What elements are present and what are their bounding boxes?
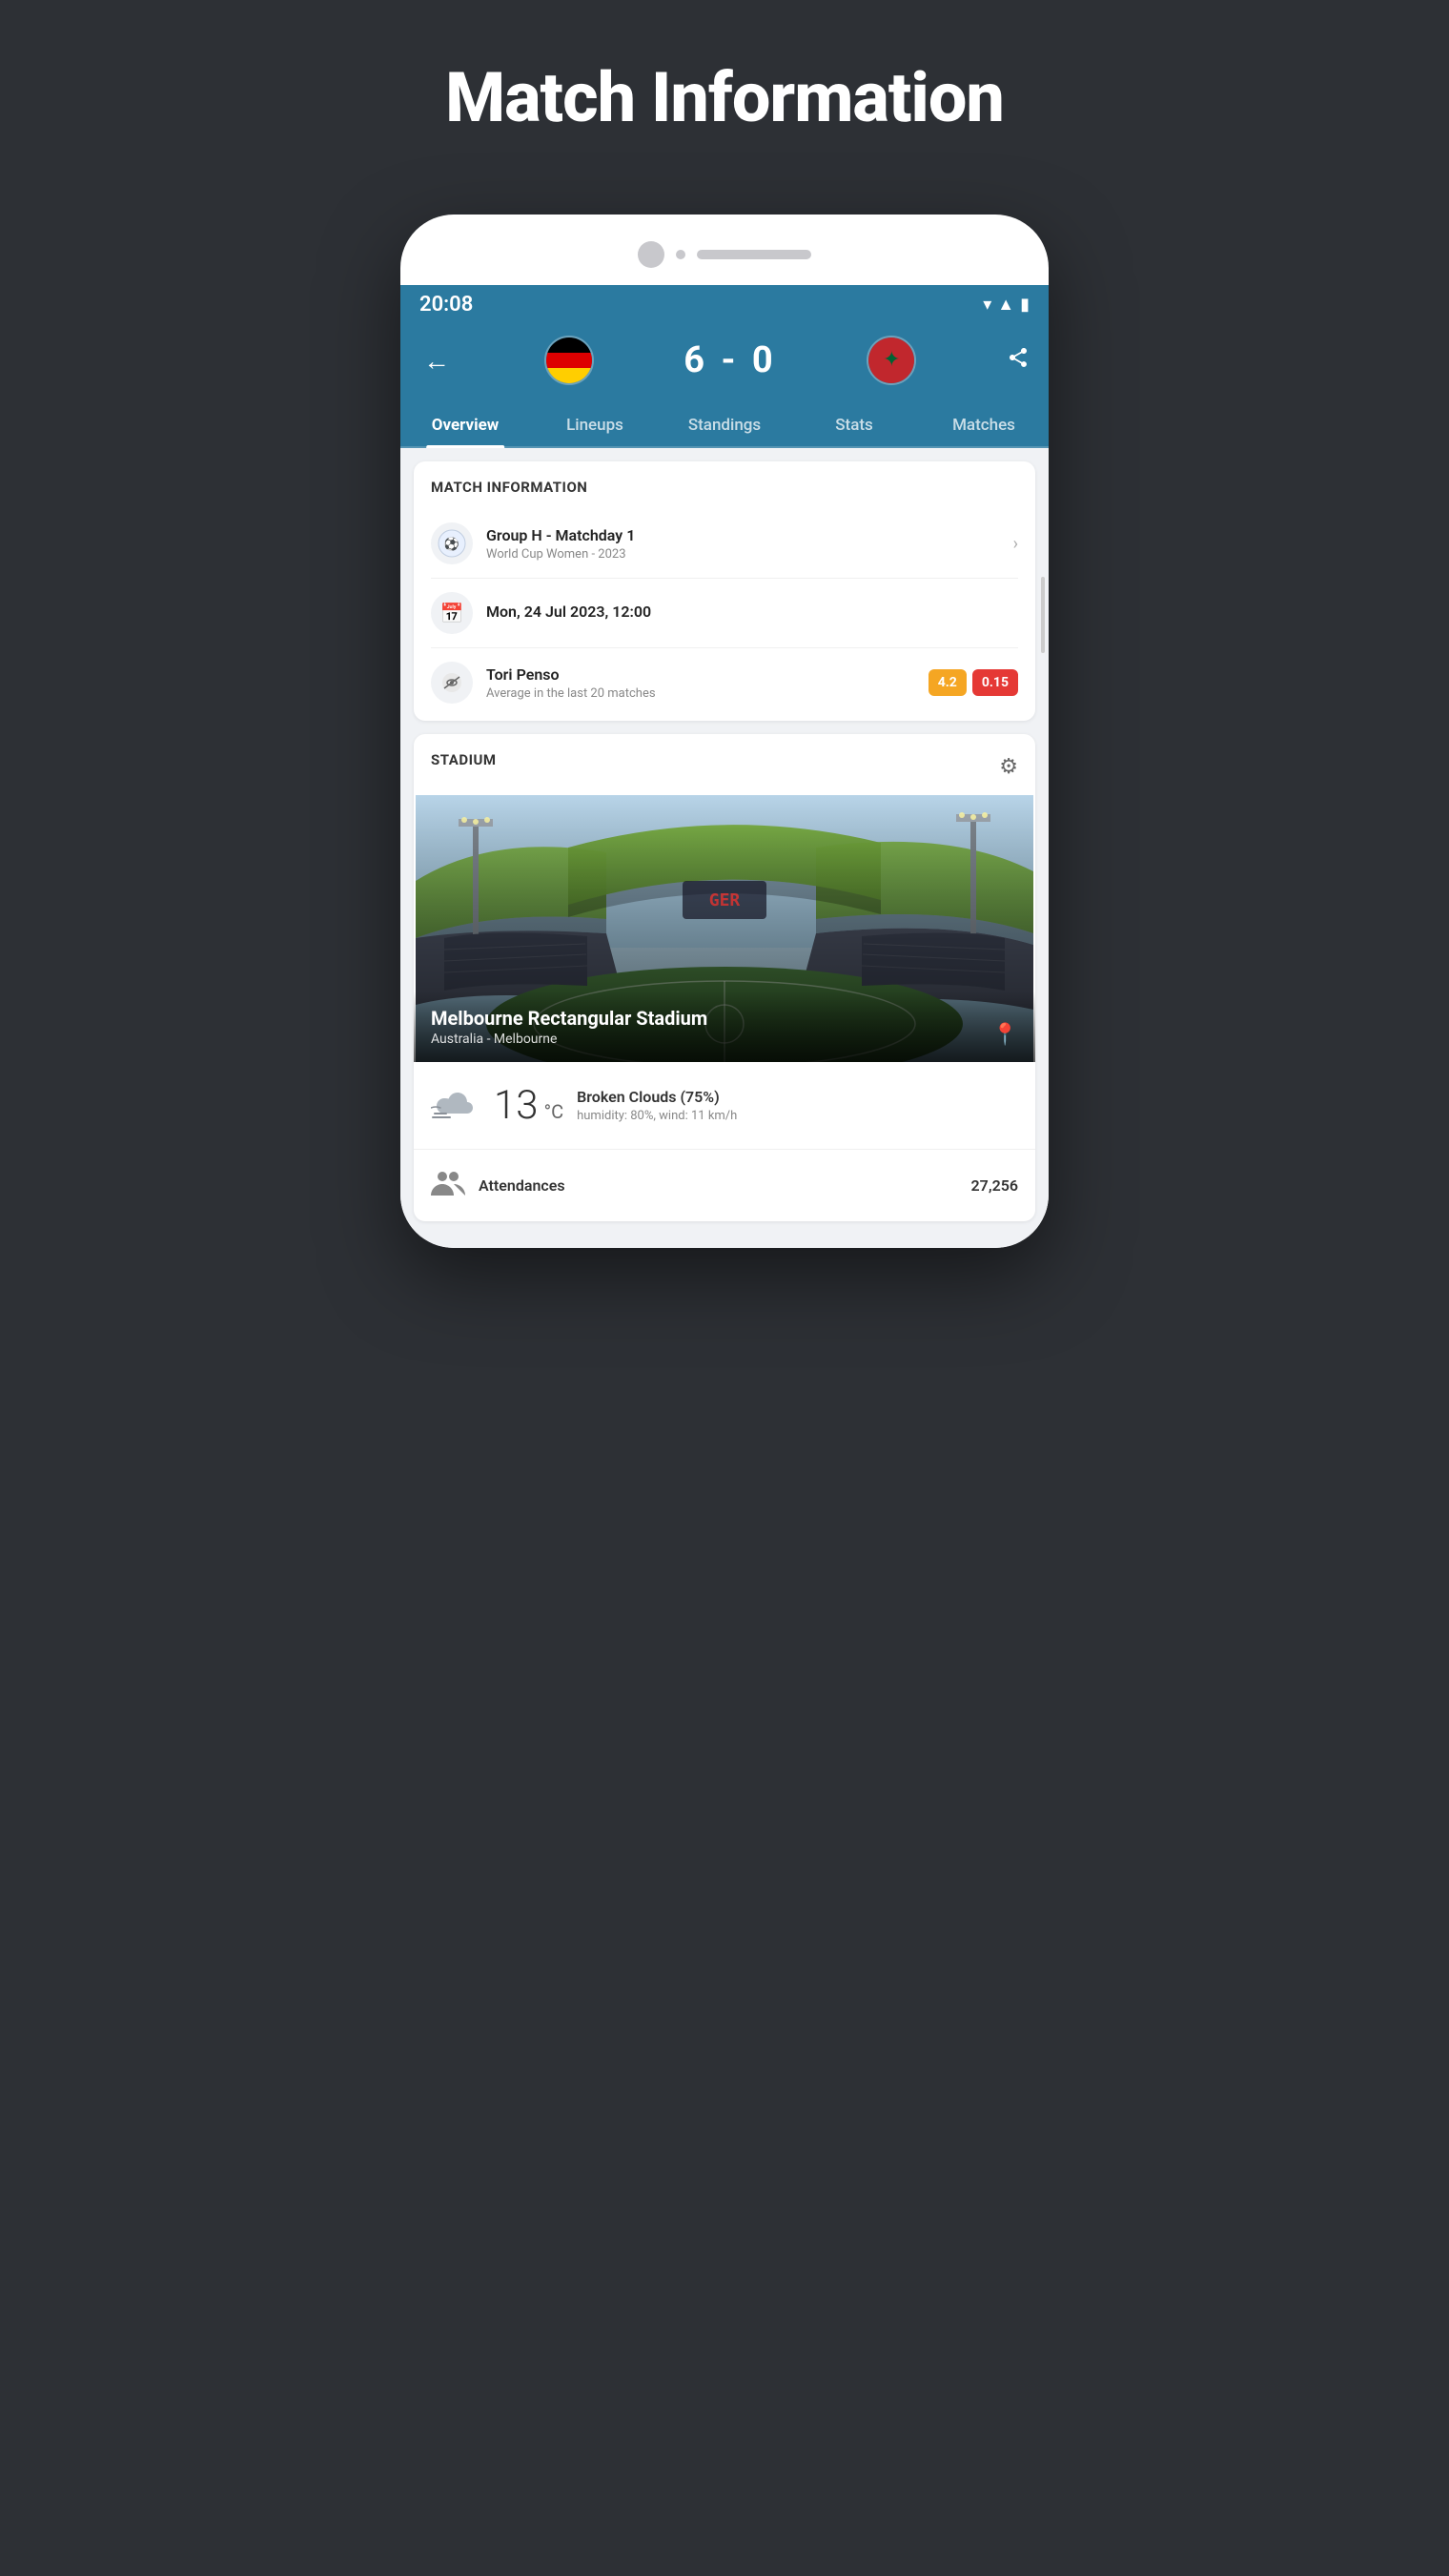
tab-overview[interactable]: Overview [400, 402, 530, 446]
back-button[interactable]: ← [419, 341, 454, 380]
temperature-value: 13 [494, 1086, 539, 1126]
referee-badge-red: 0.15 [972, 669, 1018, 696]
morocco-star: ✦ [883, 350, 900, 371]
status-icons: ▾ ▲ ▮ [983, 295, 1030, 315]
stadium-overlay: Melbourne Rectangular Stadium Australia … [414, 992, 1035, 1062]
attendance-icon [431, 1169, 465, 1202]
people-icon [431, 1169, 465, 1196]
battery-icon: ▮ [1020, 295, 1030, 315]
competition-row[interactable]: ⚽ Group H - Matchday 1 World Cup Women -… [431, 509, 1018, 579]
referee-icon-wrap [431, 662, 473, 704]
calendar-icon: 📅 [440, 602, 464, 624]
settings-icon[interactable]: ⚙ [999, 755, 1018, 779]
phone-dots [676, 250, 685, 259]
attendance-label: Attendances [479, 1176, 958, 1195]
status-time: 20:08 [419, 293, 473, 317]
match-date: Mon, 24 Jul 2023, 12:00 [486, 603, 1018, 621]
stadium-location: Australia - Melbourne [431, 1032, 707, 1047]
weather-row: 13 °C Broken Clouds (75%) humidity: 80%,… [414, 1062, 1035, 1150]
match-score-bar: ← 6 - 0 ✦ [400, 322, 1049, 402]
stadium-card-header: STADIUM ⚙ [414, 734, 1035, 795]
stadium-title: STADIUM [431, 751, 496, 768]
tab-lineups[interactable]: Lineups [530, 402, 660, 446]
temperature-display: 13 °C [494, 1086, 563, 1126]
weather-cloud-icon [431, 1081, 480, 1123]
match-info-title: MATCH INFORMATION [431, 479, 1018, 496]
weather-condition: Broken Clouds (75%) [577, 1088, 1018, 1106]
competition-arrow: › [1013, 534, 1018, 554]
signal-icon: ▲ [997, 295, 1014, 315]
calendar-icon-wrap: 📅 [431, 592, 473, 634]
weather-icon [431, 1081, 480, 1130]
phone-frame: 20:08 ▾ ▲ ▮ ← 6 - 0 [400, 215, 1049, 1248]
weather-details: Broken Clouds (75%) humidity: 80%, wind:… [577, 1088, 1018, 1123]
nav-tabs: Overview Lineups Standings Stats Matches [400, 402, 1049, 448]
attendance-row: Attendances 27,256 [414, 1150, 1035, 1221]
competition-subtitle: World Cup Women - 2023 [486, 547, 1000, 562]
tab-standings[interactable]: Standings [660, 402, 789, 446]
location-pin-icon[interactable]: 📍 [992, 1023, 1018, 1047]
app-header: 20:08 ▾ ▲ ▮ ← 6 - 0 [400, 285, 1049, 448]
stadium-image: GER Melbourne Rectangular Stadium Austra… [414, 795, 1035, 1062]
referee-text: Tori Penso Average in the last 20 matche… [486, 665, 915, 701]
page-title: Match Information [445, 57, 1004, 138]
referee-row: Tori Penso Average in the last 20 matche… [431, 648, 1018, 704]
stadium-card: STADIUM ⚙ [414, 734, 1035, 1221]
phone-top-bar [400, 241, 1049, 285]
phone-camera [638, 241, 664, 268]
team-home-flag [544, 336, 594, 385]
referee-badges: 4.2 0.15 [929, 669, 1018, 696]
flag-morocco: ✦ [868, 337, 914, 383]
stadium-name: Melbourne Rectangular Stadium [431, 1007, 707, 1030]
team-away-flag: ✦ [867, 336, 916, 385]
weather-extra: humidity: 80%, wind: 11 km/h [577, 1109, 1018, 1123]
flag-germany [546, 337, 592, 383]
referee-icon [440, 671, 463, 694]
svg-text:⚽: ⚽ [443, 537, 459, 552]
referee-badge-orange: 4.2 [929, 669, 967, 696]
temperature-unit: °C [544, 1100, 564, 1123]
date-row: 📅 Mon, 24 Jul 2023, 12:00 [431, 579, 1018, 648]
league-icon: ⚽ [431, 522, 473, 564]
status-bar: 20:08 ▾ ▲ ▮ [400, 285, 1049, 322]
referee-name: Tori Penso [486, 665, 915, 684]
flag-stripe-black [546, 337, 592, 353]
wifi-icon: ▾ [983, 295, 991, 315]
attendance-value: 27,256 [971, 1176, 1018, 1195]
phone-speaker [697, 250, 811, 259]
flag-stripe-red [546, 353, 592, 368]
stadium-info-text: Melbourne Rectangular Stadium Australia … [431, 1007, 707, 1047]
competition-name: Group H - Matchday 1 [486, 526, 1000, 544]
match-info-card: MATCH INFORMATION ⚽ Group H - Matchday 1… [414, 461, 1035, 721]
tab-matches[interactable]: Matches [919, 402, 1049, 446]
phone-dot [676, 250, 685, 259]
flag-stripe-gold [546, 368, 592, 383]
referee-subtitle: Average in the last 20 matches [486, 686, 915, 701]
date-text: Mon, 24 Jul 2023, 12:00 [486, 603, 1018, 624]
app-content: MATCH INFORMATION ⚽ Group H - Matchday 1… [400, 448, 1049, 1248]
match-score: 6 - 0 [684, 339, 776, 381]
tab-stats[interactable]: Stats [789, 402, 919, 446]
scrollbar [1041, 577, 1045, 653]
share-button[interactable] [1007, 346, 1030, 375]
competition-text: Group H - Matchday 1 World Cup Women - 2… [486, 526, 1000, 562]
